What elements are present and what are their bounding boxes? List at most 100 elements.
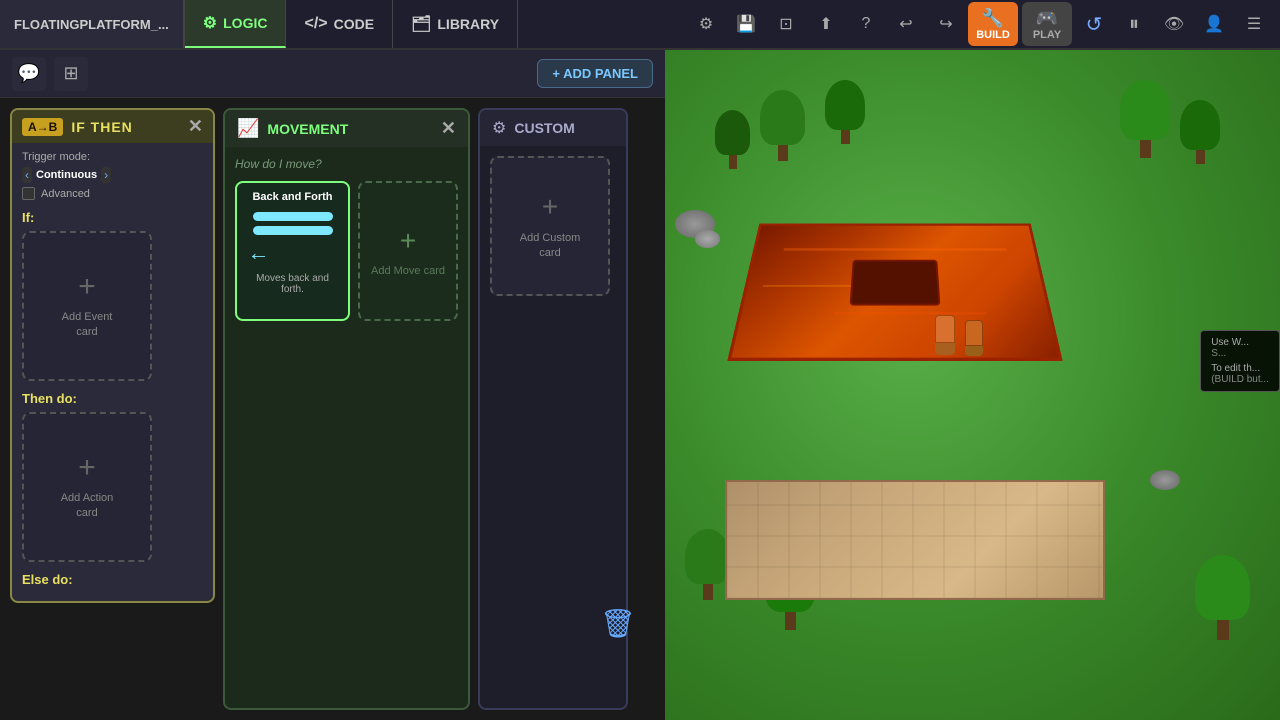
lava-crack-1 <box>784 248 1007 250</box>
advanced-checkbox[interactable] <box>22 187 35 200</box>
tooltip-line2: S... <box>1211 348 1269 359</box>
layout-btn[interactable]: ⊡ <box>768 6 804 42</box>
library-label: LIBRARY <box>437 16 499 32</box>
undo-btn[interactable]: ↩ <box>888 6 924 42</box>
chat-btn[interactable]: 💬 <box>12 57 46 91</box>
movement-panel: 📈 MOVEMENT ✕ How do I move? Back and For… <box>223 108 470 710</box>
help-btn[interactable]: ? <box>848 6 884 42</box>
game-tooltip: Use W... S... To edit th... (BUILD but..… <box>1200 330 1280 392</box>
refresh-btn[interactable]: ↺ <box>1076 6 1112 42</box>
then-section-label: Then do: <box>22 391 203 406</box>
play-icon: 🎮 <box>1036 8 1058 29</box>
add-action-card-btn[interactable]: + Add Actioncard <box>22 412 152 562</box>
trigger-mode-row: Trigger mode: <box>22 151 203 163</box>
movement-title: MOVEMENT <box>267 121 348 137</box>
game-view: Use W... S... To edit th... (BUILD but..… <box>665 50 1280 720</box>
tree-trunk-7 <box>785 612 796 630</box>
back-and-forth-card[interactable]: Back and Forth ← Moves back and forth. <box>235 181 350 321</box>
eye-btn[interactable]: 👁 <box>1156 6 1192 42</box>
menu-btn[interactable]: ☰ <box>1236 6 1272 42</box>
tree-group-3 <box>825 80 865 144</box>
tree-trunk-3 <box>841 130 850 144</box>
movement-icon: 📈 <box>237 118 259 139</box>
build-btn[interactable]: 🔧 BUILD <box>968 2 1018 46</box>
if-then-body: Trigger mode: ‹ Continuous › Advanced If… <box>12 143 213 601</box>
tree-top-1 <box>715 110 750 155</box>
play-label: PLAY <box>1033 29 1061 41</box>
tree-trunk-1 <box>729 155 737 169</box>
project-title: FLOATINGPLATFORM_... <box>0 0 185 48</box>
character-2 <box>965 320 983 356</box>
if-then-close[interactable]: ✕ <box>188 116 203 137</box>
tree-group-6 <box>685 529 730 600</box>
tree-group-1 <box>715 110 750 169</box>
save-btn[interactable]: 💾 <box>728 6 764 42</box>
bnf-description: Moves back and forth. <box>245 273 340 295</box>
panels-container: A→B IF THEN ✕ Trigger mode: ‹ Continuous… <box>0 98 665 720</box>
custom-plus-icon: + <box>542 191 558 223</box>
stone-platform <box>725 480 1105 600</box>
tree-group-2 <box>760 90 805 161</box>
logic-nav-btn[interactable]: ⚙ LOGIC <box>185 0 287 48</box>
tooltip-line3: To edit th... <box>1211 363 1269 374</box>
lava-platform <box>727 224 1062 361</box>
trigger-value-row: ‹ Continuous › <box>22 167 203 183</box>
if-then-title: IF THEN <box>71 119 132 135</box>
tree-top-6 <box>685 529 730 584</box>
advanced-row: Advanced <box>22 187 203 200</box>
top-bar-right: ⚙ 💾 ⊡ ⬆ ? ↩ ↪ 🔧 BUILD 🎮 PLAY ↺ ⏸ 👁 👤 ☰ <box>688 2 1280 46</box>
bnf-bar2 <box>253 226 333 235</box>
upload-btn[interactable]: ⬆ <box>808 6 844 42</box>
tree-top-5 <box>1120 80 1170 140</box>
trash-btn[interactable]: 🗑 <box>600 607 636 640</box>
stone-grid <box>727 482 1103 598</box>
settings-btn[interactable]: ⚙ <box>688 6 724 42</box>
tree-trunk-8 <box>1217 620 1229 640</box>
play-btn[interactable]: 🎮 PLAY <box>1022 2 1072 46</box>
movement-cards-grid: Back and Forth ← Moves back and forth. +… <box>235 181 458 321</box>
bnf-bar1 <box>253 212 333 221</box>
custom-gear-icon: ⚙ <box>492 118 506 138</box>
custom-panel-body: + Add Customcard <box>480 146 626 306</box>
trigger-key: Trigger mode: <box>22 151 90 163</box>
left-panel-container: A→B IF THEN ✕ Trigger mode: ‹ Continuous… <box>0 98 665 720</box>
add-panel-btn[interactable]: + ADD PANEL <box>537 59 653 88</box>
add-move-card-btn[interactable]: + Add Move card <box>358 181 458 321</box>
character-legs <box>935 343 955 355</box>
add-event-label: Add Eventcard <box>62 310 113 341</box>
add-event-card-btn[interactable]: + Add Eventcard <box>22 231 152 381</box>
rock-2 <box>695 230 720 248</box>
rock-5 <box>1150 470 1180 490</box>
tree-top-3 <box>825 80 865 130</box>
secondary-bar: 💬 ⊞ + ADD PANEL <box>0 50 665 98</box>
movement-question: How do I move? <box>235 157 458 171</box>
add-move-label: Add Move card <box>371 265 445 277</box>
bnf-arrow-icon: ← <box>248 240 270 266</box>
trigger-next-btn[interactable]: › <box>101 167 111 183</box>
tree-top-8 <box>1195 555 1250 620</box>
redo-btn[interactable]: ↪ <box>928 6 964 42</box>
if-then-column: A→B IF THEN ✕ Trigger mode: ‹ Continuous… <box>10 108 215 710</box>
pause-btn[interactable]: ⏸ <box>1116 6 1152 42</box>
add-event-plus-icon: + <box>78 272 96 302</box>
tree-top-4 <box>1180 100 1220 150</box>
code-label: CODE <box>334 16 374 32</box>
project-title-text: FLOATINGPLATFORM_... <box>14 17 169 32</box>
add-move-plus-icon: + <box>400 225 416 257</box>
logic-icon: ⚙ <box>203 13 217 33</box>
bnf-title: Back and Forth <box>252 191 332 203</box>
if-section-label: If: <box>22 210 203 225</box>
focus-btn[interactable]: ⊞ <box>54 57 88 91</box>
code-icon: </> <box>304 15 327 33</box>
trigger-prev-btn[interactable]: ‹ <box>22 167 32 183</box>
movement-close-btn[interactable]: ✕ <box>441 118 456 139</box>
character-2-legs <box>965 346 983 356</box>
code-nav-btn[interactable]: </> CODE <box>286 0 393 48</box>
add-custom-card-btn[interactable]: + Add Customcard <box>490 156 610 296</box>
tree-trunk-2 <box>778 145 788 161</box>
character <box>935 315 955 355</box>
person-btn[interactable]: 👤 <box>1196 6 1232 42</box>
build-label: BUILD <box>976 29 1010 41</box>
library-nav-btn[interactable]: 🗂 LIBRARY <box>393 0 518 48</box>
top-bar: FLOATINGPLATFORM_... ⚙ LOGIC </> CODE 🗂 … <box>0 0 1280 50</box>
